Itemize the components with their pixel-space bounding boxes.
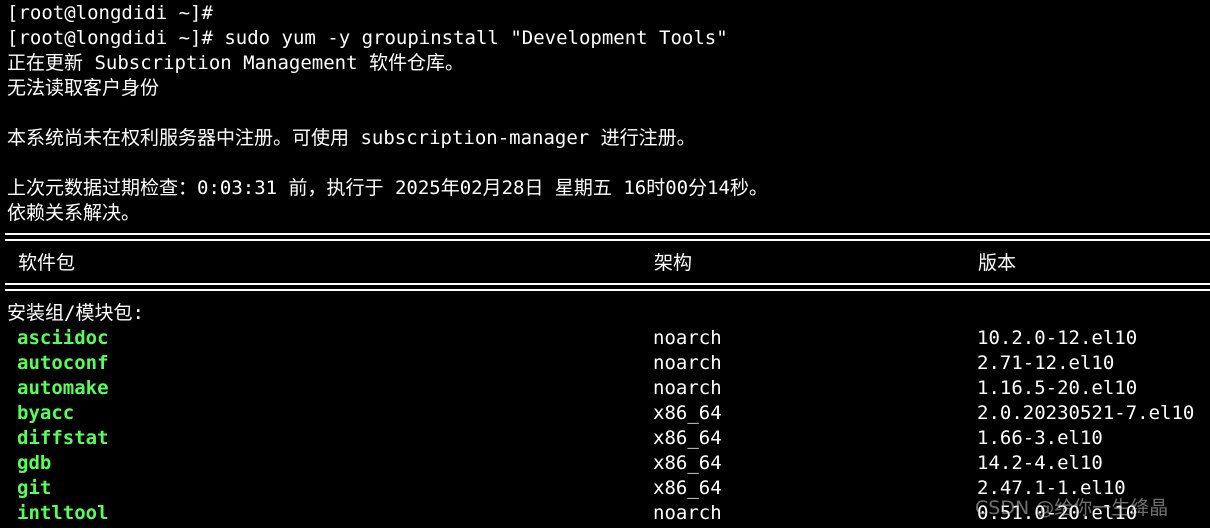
column-header-version: 版本 bbox=[978, 252, 1017, 274]
column-header-arch: 架构 bbox=[654, 252, 693, 274]
package-version: 1.16.5-20.el10 bbox=[977, 377, 1138, 399]
separator-line bbox=[5, 280, 1210, 294]
package-arch: x86_64 bbox=[653, 402, 722, 424]
package-version: 2.71-12.el10 bbox=[977, 352, 1115, 374]
command-line: [root@longdidi ~]# sudo yum -y groupinst… bbox=[7, 27, 728, 49]
output-line: 正在更新 Subscription Management 软件仓库。 bbox=[7, 52, 464, 74]
package-name: git bbox=[17, 477, 52, 499]
output-line: 本系统尚未在权利服务器中注册。可使用 subscription-manager … bbox=[7, 127, 696, 149]
package-name: diffstat bbox=[17, 427, 109, 449]
package-name: intltool bbox=[17, 502, 109, 524]
package-version: 2.0.20230521-7.el10 bbox=[977, 402, 1195, 424]
package-name: autoconf bbox=[17, 352, 109, 374]
output-line: 依赖关系解决。 bbox=[7, 202, 141, 224]
group-label: 安装组/模块包: bbox=[7, 302, 144, 324]
output-line: 上次元数据过期检查：0:03:31 前，执行于 2025年02月28日 星期五 … bbox=[7, 177, 768, 199]
package-arch: noarch bbox=[653, 327, 722, 349]
package-arch: x86_64 bbox=[653, 427, 722, 449]
package-version: 1.66-3.el10 bbox=[977, 427, 1103, 449]
package-arch: noarch bbox=[653, 352, 722, 374]
column-header-package: 软件包 bbox=[18, 252, 76, 274]
package-arch: noarch bbox=[653, 502, 722, 524]
package-name: asciidoc bbox=[17, 327, 109, 349]
package-name: gdb bbox=[17, 452, 52, 474]
package-arch: x86_64 bbox=[653, 452, 722, 474]
package-arch: noarch bbox=[653, 377, 722, 399]
output-line: 无法读取客户身份 bbox=[7, 77, 160, 99]
package-version: 14.2-4.el10 bbox=[977, 452, 1103, 474]
package-arch: x86_64 bbox=[653, 477, 722, 499]
prompt-line: [root@longdidi ~]# bbox=[7, 2, 213, 24]
package-version: 10.2.0-12.el10 bbox=[977, 327, 1138, 349]
package-name: automake bbox=[17, 377, 109, 399]
csdn-watermark: CSDN @给你一生绛晶 bbox=[975, 497, 1169, 519]
package-name: byacc bbox=[17, 402, 75, 424]
terminal-window[interactable]: [root@longdidi ~]# [root@longdidi ~]# su… bbox=[0, 0, 1210, 528]
separator-line bbox=[5, 230, 1210, 244]
